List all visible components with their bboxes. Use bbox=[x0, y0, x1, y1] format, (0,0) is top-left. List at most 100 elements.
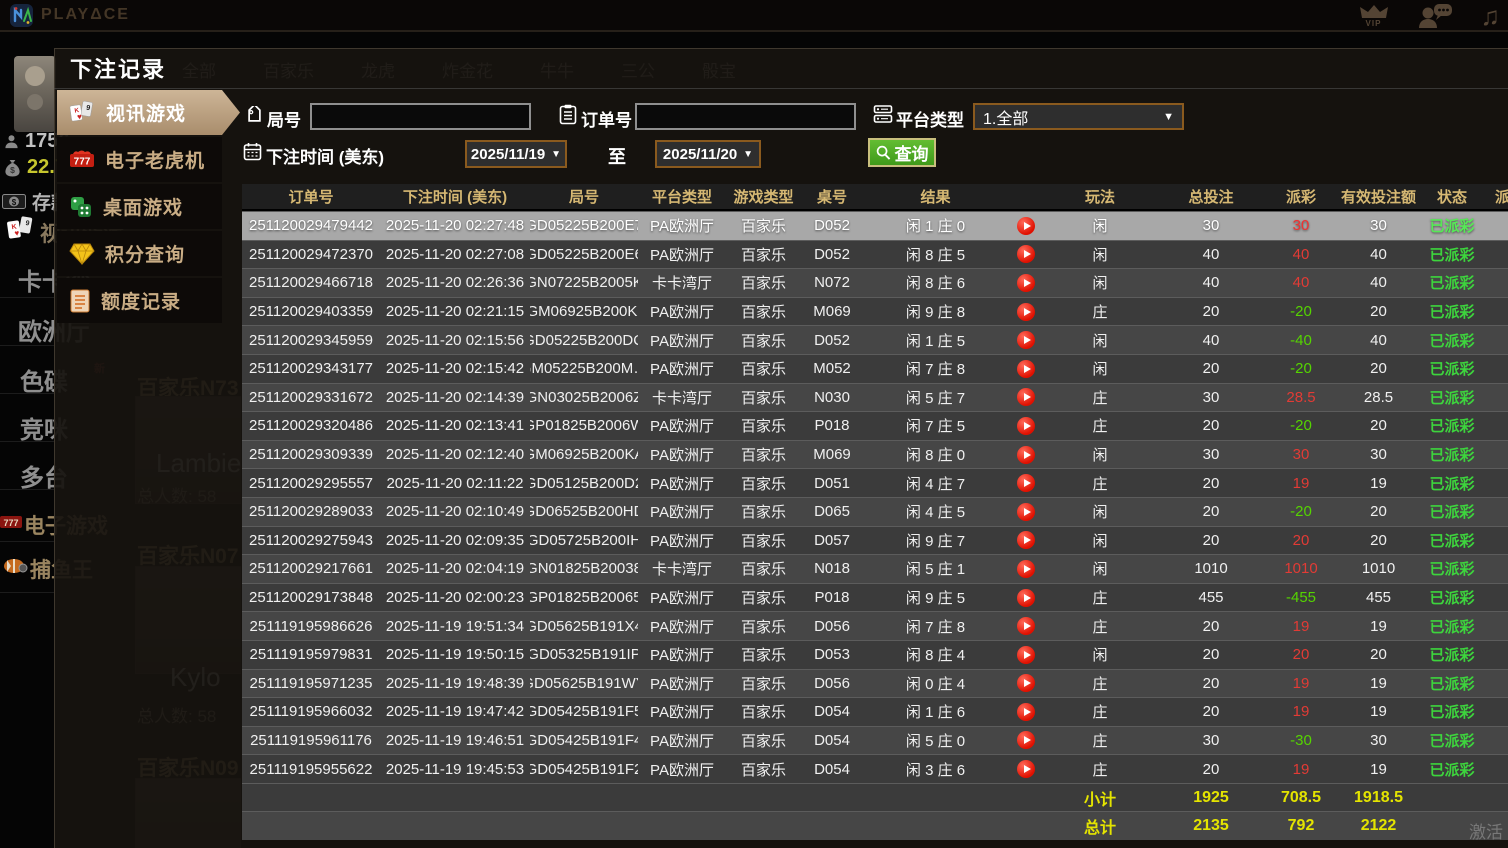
order-number-input[interactable] bbox=[635, 103, 856, 130]
cell-platform: PA欧洲厅 bbox=[638, 326, 726, 354]
cell-time: 2025-11-20 02:15:42 bbox=[380, 355, 530, 383]
platform-type-label: 平台类型 bbox=[896, 106, 964, 131]
video-games-nav-icon[interactable]: 9K♥ bbox=[6, 216, 36, 247]
table-row[interactable]: 251120029295557 2025-11-20 02:11:22 GD05… bbox=[242, 468, 1508, 497]
cell-game-type: 百家乐 bbox=[726, 441, 801, 469]
table-row[interactable]: 251120029472370 2025-11-20 02:27:08 GD05… bbox=[242, 240, 1508, 269]
replay-button[interactable] bbox=[1017, 560, 1035, 578]
user-avatar[interactable] bbox=[14, 56, 56, 132]
sidebar-item-quota-records[interactable]: 额度记录 bbox=[57, 278, 222, 323]
cell-table-no: D051 bbox=[801, 469, 863, 497]
col-table-no: 桌号 bbox=[801, 184, 863, 209]
sidebar-item-video-games[interactable]: 9K♥ 视讯游戏 bbox=[57, 90, 240, 135]
replay-button[interactable] bbox=[1017, 731, 1035, 749]
clownfish-icon bbox=[2, 556, 28, 581]
cell-play-type: 闲 bbox=[1044, 527, 1156, 555]
replay-button[interactable] bbox=[1017, 388, 1035, 406]
table-row[interactable]: 251120029289033 2025-11-20 02:10:49 GD06… bbox=[242, 497, 1508, 526]
cell-round: GD06525B200HD bbox=[530, 498, 638, 526]
table-row[interactable]: 251120029403359 2025-11-20 02:21:15 GM06… bbox=[242, 297, 1508, 326]
table-row[interactable]: 251119195986626 2025-11-19 19:51:34 GD05… bbox=[242, 611, 1508, 640]
platform-type-select[interactable]: 1.全部 ▼ bbox=[973, 103, 1184, 130]
replay-button[interactable] bbox=[1017, 760, 1035, 778]
tag-icon bbox=[245, 106, 264, 125]
cell-payout: 19 bbox=[1266, 698, 1336, 726]
table-row[interactable]: 251120029275943 2025-11-20 02:09:35 GD05… bbox=[242, 526, 1508, 555]
sidebar-item-table-games[interactable]: 桌面游戏 bbox=[57, 184, 222, 229]
table-row[interactable]: 251120029466718 2025-11-20 02:26:36 GN07… bbox=[242, 268, 1508, 297]
music-button[interactable]: ♫ bbox=[1481, 3, 1501, 29]
cell-order: 251120029309339 bbox=[242, 441, 380, 469]
cell-table-no: D054 bbox=[801, 727, 863, 755]
replay-button[interactable] bbox=[1017, 331, 1035, 349]
cell-play-type: 庄 bbox=[1044, 670, 1156, 698]
customer-service-button[interactable] bbox=[1417, 3, 1453, 29]
table-row[interactable]: 251119195961176 2025-11-19 19:46:51 GD05… bbox=[242, 726, 1508, 755]
table-row[interactable]: 251120029320486 2025-11-20 02:13:41 GP01… bbox=[242, 411, 1508, 440]
replay-button[interactable] bbox=[1017, 417, 1035, 435]
cell-round: GD05625B191X4 bbox=[530, 612, 638, 640]
replay-button[interactable] bbox=[1017, 531, 1035, 549]
table-row[interactable]: 251119195955622 2025-11-19 19:45:53 GD05… bbox=[242, 754, 1508, 783]
replay-button[interactable] bbox=[1017, 245, 1035, 263]
cell-valid-bet: 28.5 bbox=[1336, 384, 1421, 412]
modal-sidebar: 9K♥ 视讯游戏 777 电子老虎机 桌面游戏 积分查询 额度记录 bbox=[57, 90, 242, 325]
cell-total-bet: 40 bbox=[1156, 269, 1266, 297]
search-button[interactable]: 查询 bbox=[868, 138, 936, 167]
cell-table-no: P018 bbox=[801, 584, 863, 612]
table-row[interactable]: 251120029343177 2025-11-20 02:15:42 GM05… bbox=[242, 354, 1508, 383]
table-row[interactable]: 251119195979831 2025-11-19 19:50:15 GD05… bbox=[242, 640, 1508, 669]
vip-button[interactable]: VIP bbox=[1359, 4, 1389, 28]
cell-platform: PA欧洲厅 bbox=[638, 584, 726, 612]
replay-button[interactable] bbox=[1017, 446, 1035, 464]
playace-logo-icon bbox=[10, 4, 33, 27]
table-row[interactable]: 251120029173848 2025-11-20 02:00:23 GP01… bbox=[242, 583, 1508, 612]
date-to-select[interactable]: 2025/11/20 ▼ bbox=[655, 140, 761, 168]
cell-total-bet: 30 bbox=[1156, 212, 1266, 240]
col-order: 订单号 bbox=[242, 184, 380, 209]
cell-payout: 20 bbox=[1266, 641, 1336, 669]
sidebar-item-points[interactable]: 积分查询 bbox=[57, 231, 222, 276]
cell-time: 2025-11-20 02:14:39 bbox=[380, 384, 530, 412]
cell-status: 已派彩 bbox=[1421, 755, 1483, 783]
cell-game-type: 百家乐 bbox=[726, 612, 801, 640]
replay-button[interactable] bbox=[1017, 503, 1035, 521]
table-row[interactable]: 251120029345959 2025-11-20 02:15:56 GD05… bbox=[242, 325, 1508, 354]
replay-button[interactable] bbox=[1017, 617, 1035, 635]
table-row[interactable]: 251120029479442 2025-11-20 02:27:48 GD05… bbox=[242, 211, 1508, 240]
cell-time: 2025-11-20 02:00:23 bbox=[380, 584, 530, 612]
cell-table-no: M069 bbox=[801, 298, 863, 326]
replay-button[interactable] bbox=[1017, 360, 1035, 378]
cell-round: GN01825B20038 bbox=[530, 555, 638, 583]
replay-button[interactable] bbox=[1017, 303, 1035, 321]
cell-time: 2025-11-20 02:15:56 bbox=[380, 326, 530, 354]
date-from-select[interactable]: 2025/11/19 ▼ bbox=[465, 140, 567, 168]
replay-button[interactable] bbox=[1017, 217, 1035, 235]
table-row[interactable]: 251119195966032 2025-11-19 19:47:42 GD05… bbox=[242, 697, 1508, 726]
cell-platform: 卡卡湾厅 bbox=[638, 269, 726, 297]
search-icon bbox=[876, 145, 891, 160]
table-row[interactable]: 251120029309339 2025-11-20 02:12:40 GM06… bbox=[242, 440, 1508, 469]
table-row[interactable]: 251120029217661 2025-11-20 02:04:19 GN01… bbox=[242, 554, 1508, 583]
replay-button[interactable] bbox=[1017, 646, 1035, 664]
cell-total-bet: 20 bbox=[1156, 612, 1266, 640]
cell-platform: PA欧洲厅 bbox=[638, 212, 726, 240]
table-row[interactable]: 251119195971235 2025-11-19 19:48:39 GD05… bbox=[242, 669, 1508, 698]
person-icon bbox=[4, 134, 19, 149]
svg-text:$: $ bbox=[12, 198, 17, 207]
cell-status: 已派彩 bbox=[1421, 212, 1483, 240]
col-platform: 平台类型 bbox=[638, 184, 726, 209]
cell-result: 闲 9 庄 5 bbox=[863, 584, 1008, 612]
cell-game-type: 百家乐 bbox=[726, 584, 801, 612]
cell-valid-bet: 19 bbox=[1336, 612, 1421, 640]
replay-button[interactable] bbox=[1017, 274, 1035, 292]
sidebar-item-slots[interactable]: 777 电子老虎机 bbox=[57, 137, 222, 182]
round-number-input[interactable] bbox=[310, 103, 531, 130]
brand-logo[interactable]: PLAYΔCE bbox=[10, 4, 130, 27]
subtotal-total-bet: 1925 bbox=[1156, 784, 1266, 812]
replay-button[interactable] bbox=[1017, 674, 1035, 692]
replay-button[interactable] bbox=[1017, 474, 1035, 492]
table-row[interactable]: 251120029331672 2025-11-20 02:14:39 GN03… bbox=[242, 383, 1508, 412]
replay-button[interactable] bbox=[1017, 703, 1035, 721]
replay-button[interactable] bbox=[1017, 589, 1035, 607]
